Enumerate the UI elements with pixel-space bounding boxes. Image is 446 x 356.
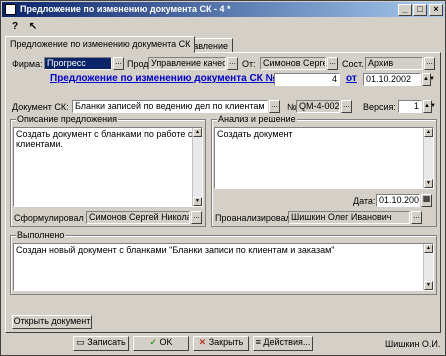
execution-group-label: Выполнено — [16, 230, 66, 240]
author-field[interactable]: Симонов Сергей Николаевич — [86, 211, 190, 224]
analysis-date-field[interactable]: 01.10.2002 — [376, 194, 420, 207]
analyst-label: Проанализировал — [215, 213, 291, 223]
save-label: Записать — [87, 337, 126, 347]
scroll-up-icon[interactable]: ▲ — [424, 244, 433, 253]
calendar-icon[interactable]: ▦ — [421, 194, 432, 207]
description-scrollbar[interactable]: ▲ ▼ — [192, 128, 202, 206]
proposal-tab-panel: Фирма: Прогресс ... Прод. Управление кач… — [5, 52, 441, 333]
analysis-memo[interactable]: Создать документ ▲ ▼ — [214, 127, 434, 189]
analyst-field[interactable]: Шишкин Олег Иванович — [288, 211, 410, 224]
save-button[interactable]: ▭ Записать — [73, 336, 129, 351]
author-select-button[interactable]: ... — [191, 211, 202, 224]
close-icon[interactable]: × — [429, 4, 443, 16]
analyst-select-button[interactable]: ... — [411, 211, 422, 224]
author-label: Сформулировал — [14, 213, 84, 223]
status-label: Сост. — [342, 59, 364, 69]
document-change-window: Предложение по изменению документа СК - … — [0, 0, 446, 356]
version-field[interactable]: 1 — [398, 100, 422, 113]
ok-label: OK — [159, 337, 173, 347]
document-field[interactable]: Бланки записей по ведению дел по клиента… — [72, 100, 268, 113]
context-help-cursor-icon[interactable]: ↖ — [25, 19, 41, 34]
actions-label: Действия... — [263, 337, 311, 347]
toolbar: ? ↖ — [3, 18, 443, 36]
status-select-button[interactable]: ... — [424, 57, 435, 70]
title-bar: Предложение по изменению документа СК - … — [2, 2, 444, 17]
from-label: От: — [242, 59, 256, 69]
firm-label: Фирма: — [12, 59, 43, 69]
analysis-group: Анализ и решение Создать документ ▲ ▼ Да… — [211, 114, 437, 227]
save-icon: ▭ — [76, 337, 85, 347]
analysis-date-label: Дата: — [353, 196, 376, 206]
document-select-button[interactable]: ... — [269, 100, 280, 113]
description-group-label: Описание предложения — [16, 114, 119, 124]
ok-button[interactable]: ✓ OK — [133, 336, 189, 351]
proposal-title-link[interactable]: Предложение по изменению документа СК № — [50, 73, 277, 85]
description-group: Описание предложения Создать документ с … — [10, 114, 206, 227]
proposal-number-field[interactable]: 4 — [274, 73, 340, 86]
analysis-scrollbar[interactable]: ▲ ▼ — [423, 128, 433, 188]
actions-button[interactable]: ≡ Действия... — [253, 336, 313, 351]
minimize-icon[interactable]: _ — [398, 4, 412, 16]
analysis-text: Создать документ — [217, 129, 293, 139]
check-icon: ✓ — [149, 337, 157, 347]
firm-field[interactable]: Прогресс — [44, 57, 112, 70]
open-document-button[interactable]: Открыть документ — [12, 315, 92, 329]
proposal-date-spinner[interactable]: ▲▼ — [422, 73, 435, 86]
from-select-button[interactable]: ... — [327, 57, 338, 70]
execution-scrollbar[interactable]: ▲ ▼ — [423, 244, 433, 290]
description-memo[interactable]: Создать документ с бланками по работе с … — [13, 127, 203, 207]
execution-memo[interactable]: Создан новый документ с бланками "Бланки… — [13, 243, 434, 291]
from-field[interactable]: Симонов Серге — [260, 57, 326, 70]
app-icon — [5, 4, 16, 15]
actions-icon: ≡ — [255, 337, 261, 347]
scroll-up-icon[interactable]: ▲ — [424, 128, 433, 137]
scroll-down-icon[interactable]: ▼ — [424, 281, 433, 290]
analysis-group-label: Анализ и решение — [217, 114, 297, 124]
close-label: Закрыть — [208, 337, 244, 347]
cross-icon: ✕ — [198, 337, 207, 347]
firm-select-button[interactable]: ... — [113, 57, 124, 70]
description-text: Создать документ с бланками по работе с … — [16, 129, 193, 149]
version-label: Версия: — [363, 102, 396, 112]
tab-proposal[interactable]: Предложение по изменению документа СК — [5, 36, 196, 53]
maximize-icon[interactable]: □ — [413, 4, 427, 16]
help-icon[interactable]: ? — [7, 19, 23, 34]
document-label: Документ СК: — [12, 102, 69, 112]
version-spinner[interactable]: ▲▼ — [423, 100, 436, 113]
scroll-down-icon[interactable]: ▼ — [193, 197, 202, 206]
execution-text: Создан новый документ с бланками "Бланки… — [16, 245, 335, 255]
prod-select-button[interactable]: ... — [227, 57, 238, 70]
execution-group: Выполнено Создан новый документ с бланка… — [10, 230, 437, 295]
proposal-date-field[interactable]: 01.10.2002 — [363, 73, 421, 86]
prod-field[interactable]: Управление качеств — [148, 57, 226, 70]
document-number-select-button[interactable]: ... — [341, 100, 352, 113]
current-user-label: Шишкин О.И. — [385, 339, 441, 349]
window-title: Предложение по изменению документа СК - … — [20, 4, 231, 14]
scroll-up-icon[interactable]: ▲ — [193, 128, 202, 137]
close-button[interactable]: ✕ Закрыть — [193, 336, 249, 351]
document-number-field[interactable]: QM-4-002 — [296, 100, 340, 113]
scroll-down-icon[interactable]: ▼ — [424, 179, 433, 188]
proposal-from-label: от — [346, 73, 357, 84]
status-field[interactable]: Архив — [365, 57, 423, 70]
